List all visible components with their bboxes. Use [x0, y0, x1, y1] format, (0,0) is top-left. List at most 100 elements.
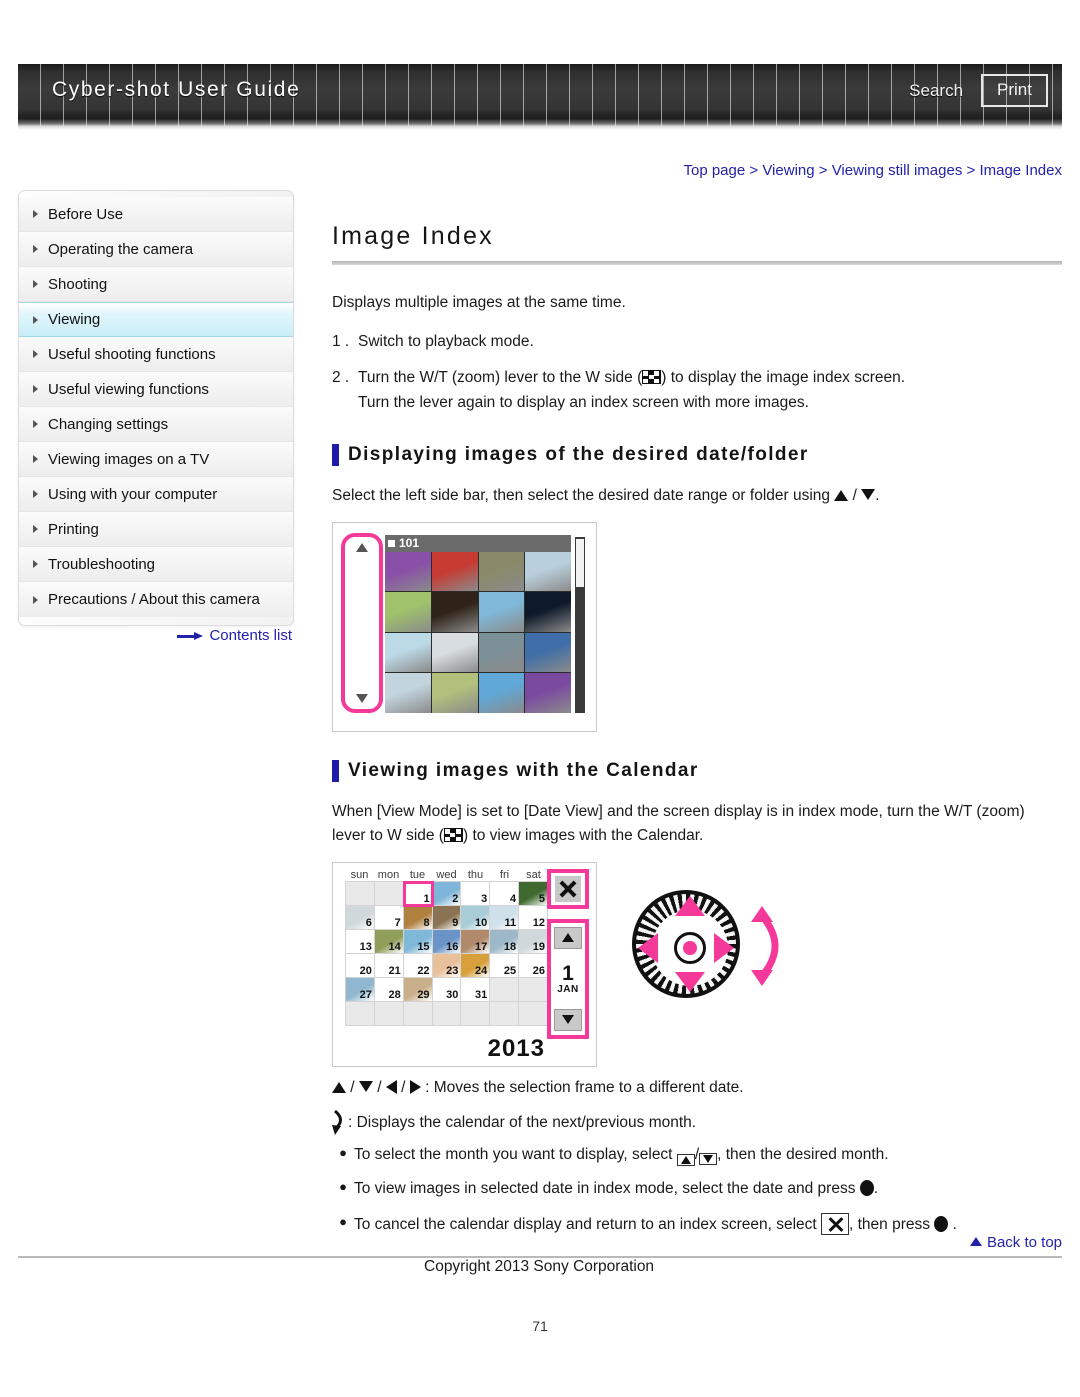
index-thumbnail[interactable] — [385, 592, 431, 632]
calendar-day-cell[interactable]: 16 — [432, 929, 462, 954]
section1-text-after: . — [875, 486, 880, 504]
calendar-day-cell[interactable]: 28 — [374, 977, 404, 1002]
index-thumbnail[interactable] — [431, 592, 478, 632]
sidebar-item-viewing-images-on-a-tv[interactable]: Viewing images on a TV — [19, 442, 293, 477]
section1-text-before: Select the left side bar, then select th… — [332, 486, 831, 504]
chevron-right-icon — [33, 595, 38, 604]
bullet-text: To select the month you want to display,… — [354, 1144, 1062, 1166]
back-to-top-link[interactable]: Back to top — [969, 1234, 1062, 1251]
calendar-day-cell[interactable]: 18 — [490, 929, 520, 954]
calendar-day-cell[interactable]: 24 — [461, 953, 491, 978]
calendar-day-cell[interactable]: 15 — [403, 929, 433, 954]
index-thumbnail[interactable] — [431, 551, 478, 592]
key-line-month-change: : Displays the calendar of the next/prev… — [332, 1108, 1062, 1137]
calendar-day-cell[interactable]: 25 — [490, 953, 520, 978]
sidebar-item-using-with-your-computer[interactable]: Using with your computer — [19, 477, 293, 512]
index-thumbnail[interactable] — [478, 673, 525, 713]
calendar-day-cell[interactable]: 4 — [490, 881, 520, 906]
breadcrumb-item-2[interactable]: Viewing still images — [832, 162, 963, 179]
index-thumbnail[interactable] — [431, 632, 478, 673]
calendar-day-number: 9 — [452, 916, 459, 929]
index-thumbnail[interactable] — [478, 551, 525, 592]
sidebar-item-useful-viewing-functions[interactable]: Useful viewing functions — [19, 372, 293, 407]
index-thumbnail[interactable] — [431, 673, 478, 713]
sidebar-item-operating-the-camera[interactable]: Operating the camera — [19, 232, 293, 267]
index-thumbnail[interactable] — [385, 673, 431, 713]
bullet-text-after: . — [873, 1180, 879, 1198]
up-triangle-icon — [562, 933, 574, 943]
calendar-day-cell[interactable]: 9 — [432, 905, 462, 930]
calendar-day-cell[interactable]: 1 — [402, 880, 434, 907]
calendar-day-cell[interactable]: 21 — [374, 953, 404, 978]
index-thumbnail[interactable] — [385, 632, 431, 673]
index-thumbnail[interactable] — [525, 592, 571, 632]
index-thumbnail[interactable] — [478, 632, 525, 673]
calendar-day-cell[interactable]: 10 — [461, 905, 491, 930]
chevron-right-icon — [33, 455, 38, 463]
index-thumbnail[interactable] — [525, 673, 571, 713]
index-screen-inner: 101 — [341, 532, 591, 723]
calendar-month-selector[interactable]: 1 JAN — [547, 918, 589, 1039]
calendar-day-cell[interactable]: 2 — [432, 881, 462, 906]
sidebar-item-label: Useful shooting functions — [48, 345, 216, 363]
calendar-day-cell[interactable]: 30 — [432, 977, 462, 1002]
calendar-day-cell[interactable]: 20 — [346, 953, 375, 978]
chevron-right-icon — [33, 280, 38, 288]
search-link[interactable]: Search — [909, 81, 963, 101]
section-heading-calendar: Viewing images with the Calendar — [332, 759, 1062, 782]
calendar-day-cell[interactable]: 5 — [519, 881, 548, 906]
contents-list-link[interactable]: Contents list — [18, 627, 294, 644]
sidebar-item-changing-settings[interactable]: Changing settings — [19, 407, 293, 442]
calendar-day-cell[interactable]: 6 — [346, 905, 375, 930]
main-content: Image Index Displays multiple images at … — [332, 190, 1062, 1248]
step-number: 2 . — [332, 368, 350, 386]
calendar-day-cell[interactable]: 13 — [346, 929, 375, 954]
calendar-day-cell[interactable]: 12 — [519, 905, 548, 930]
index-thumbnail[interactable] — [478, 592, 525, 632]
calendar-empty-cell — [346, 1001, 375, 1026]
control-wheel-diagram — [632, 889, 782, 1010]
calendar-day-cell[interactable]: 14 — [374, 929, 404, 954]
sidebar-item-printing[interactable]: Printing — [19, 512, 293, 547]
breadcrumb-item-1[interactable]: Viewing — [762, 162, 814, 179]
notes-bullet-list: ● To select the month you want to displa… — [332, 1144, 1062, 1236]
calendar-close-button[interactable] — [547, 868, 589, 909]
calendar-day-cell[interactable]: 11 — [490, 905, 520, 930]
sidebar-item-viewing[interactable]: Viewing — [19, 302, 293, 337]
sidebar-item-label: Viewing images on a TV — [48, 450, 210, 468]
calendar-day-cell[interactable]: 27 — [346, 977, 375, 1002]
breadcrumb-item-0[interactable]: Top page — [683, 162, 745, 179]
calendar-inner: sun mon tue wed thu fri sat 1 2 3 4 5 6 7 8 9 10 11 12 13 1… — [341, 868, 591, 1062]
index-scrollbar[interactable] — [575, 536, 585, 713]
calendar-day-cell[interactable]: 26 — [519, 953, 548, 978]
sidebar-item-shooting[interactable]: Shooting — [19, 267, 293, 302]
print-button[interactable]: Print — [981, 74, 1048, 107]
sidebar-item-useful-shooting-functions[interactable]: Useful shooting functions — [19, 337, 293, 372]
calendar-day-cell[interactable]: 23 — [432, 953, 462, 978]
calendar-day-cell[interactable]: 8 — [403, 905, 433, 930]
breadcrumb-separator: > — [818, 162, 828, 179]
index-thumbnail[interactable] — [525, 632, 571, 673]
calendar-day-cell[interactable]: 29 — [403, 977, 433, 1002]
chevron-right-icon — [33, 350, 38, 358]
calendar-day-cell[interactable]: 31 — [461, 977, 491, 1002]
index-thumbnail[interactable] — [385, 551, 431, 592]
title-divider — [332, 261, 1062, 265]
calendar-day-cell[interactable]: 7 — [374, 905, 404, 930]
sidebar-item-precautions-about-this-camera[interactable]: Precautions / About this camera — [19, 582, 293, 617]
sidebar-item-before-use[interactable]: Before Use — [19, 197, 293, 232]
index-side-bar-highlighted[interactable] — [341, 532, 383, 713]
back-to-top-label: Back to top — [986, 1234, 1062, 1251]
month-up-button[interactable] — [554, 926, 582, 949]
calendar-day-cell[interactable]: 22 — [403, 953, 433, 978]
calendar-day-cell[interactable]: 19 — [519, 929, 548, 954]
list-item: ● To select the month you want to displa… — [332, 1144, 1062, 1166]
sidebar-item-troubleshooting[interactable]: Troubleshooting — [19, 547, 293, 582]
index-thumbnail[interactable] — [525, 551, 571, 592]
guide-title: Cyber-shot User Guide — [52, 78, 301, 101]
calendar-day-cell[interactable]: 3 — [461, 881, 491, 906]
index-scrollbar-thumb[interactable] — [576, 538, 584, 587]
calendar-day-cell[interactable]: 17 — [461, 929, 491, 954]
breadcrumb-item-3[interactable]: Image Index — [979, 162, 1062, 179]
month-down-button[interactable] — [554, 1008, 582, 1031]
